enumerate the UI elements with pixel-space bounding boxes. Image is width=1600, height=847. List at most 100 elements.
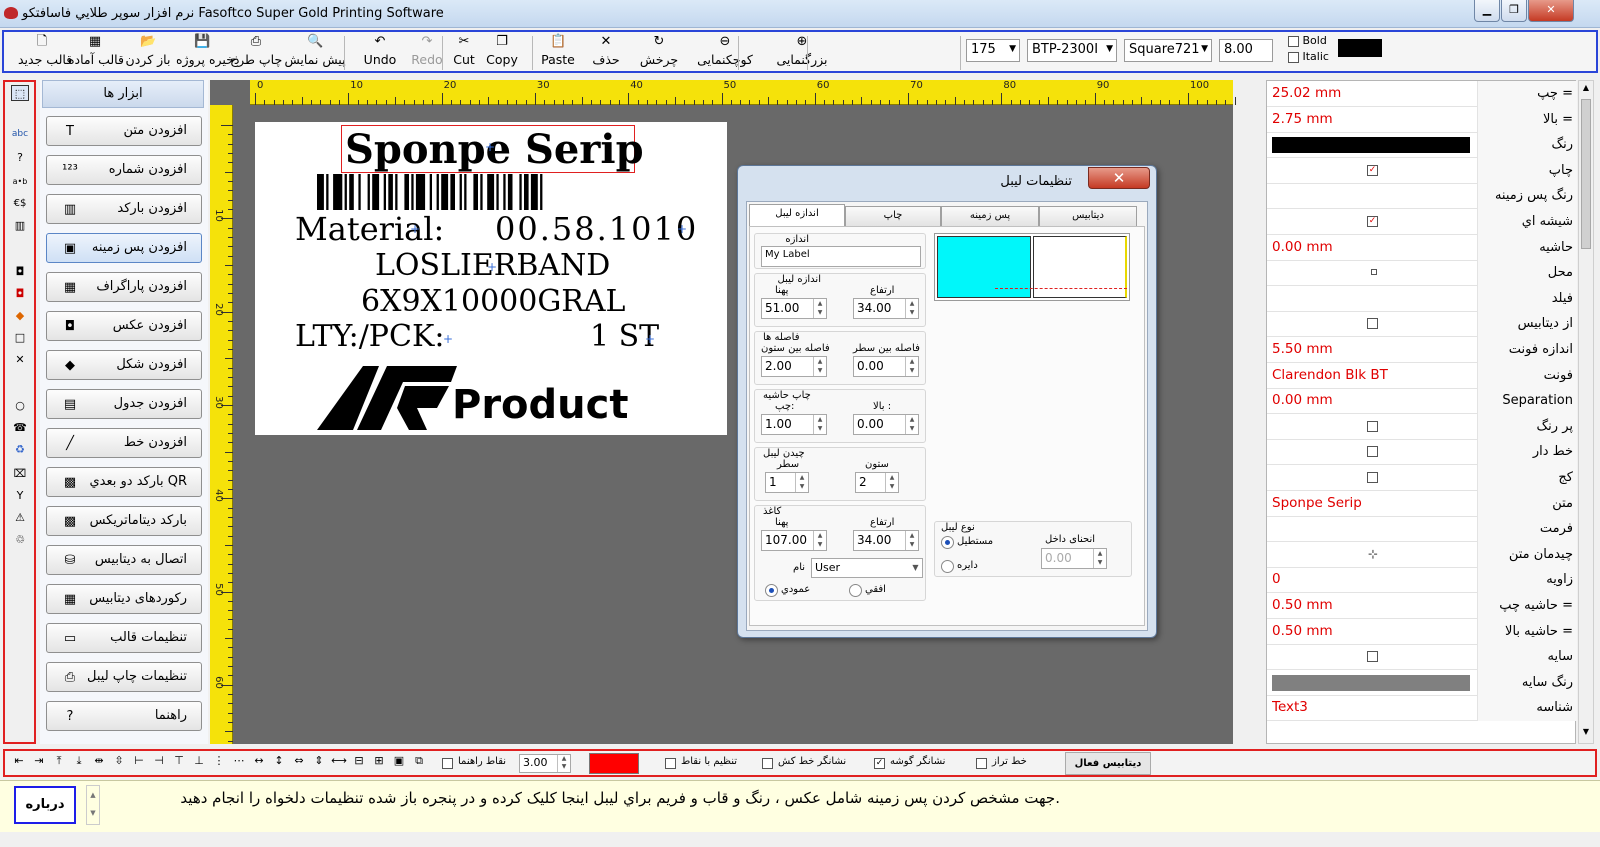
label-line3-text[interactable]: 6X9X10000GRAL <box>361 284 625 319</box>
property-row[interactable]: 0.50 mm حاشیه چپ = <box>1267 593 1577 619</box>
tool-button-database-records[interactable]: ▦ رکوردهای دیتابیس <box>46 584 202 614</box>
printer-select[interactable]: BTP-2300I ▼ <box>1027 39 1117 62</box>
spin-arrows-icon[interactable]: ▲ ▼ <box>795 473 808 492</box>
properties-scrollbar[interactable]: ▲ ▼ <box>1578 80 1594 744</box>
align-tool-icon[interactable]: ⊢ <box>131 754 147 767</box>
spin-arrows-icon[interactable]: ▲ ▼ <box>905 299 918 318</box>
property-checkbox[interactable] <box>1367 472 1378 483</box>
shapes-icon[interactable]: ◆ <box>11 308 29 324</box>
property-checkbox[interactable] <box>1367 420 1378 432</box>
spin-arrows-icon[interactable]: ▲ ▼ <box>905 357 918 376</box>
tab-database[interactable]: دیتابیس <box>1039 206 1137 226</box>
align-tool-icon[interactable]: ⟷ <box>331 754 347 767</box>
property-row[interactable]: Clarendon Blk BT فونت <box>1267 362 1577 389</box>
property-value[interactable]: Clarendon Blk BT <box>1272 363 1472 389</box>
align-tool-icon[interactable]: ⊟ <box>351 754 367 767</box>
rectangle-icon[interactable]: □ <box>11 330 29 346</box>
tool-button-number-tool[interactable]: ¹²³ افزودن شماره <box>46 155 202 185</box>
property-row[interactable]: کج <box>1267 465 1577 491</box>
tab-label-size[interactable]: اندازه لیبل <box>749 204 845 226</box>
property-row[interactable]: 5.50 mm اندازه فونت <box>1267 337 1577 363</box>
property-checkbox[interactable] <box>1367 651 1378 663</box>
toolbar-button-delete[interactable]: ✕ حذف <box>580 34 632 70</box>
spin-arrows-icon[interactable]: ▲ ▼ <box>813 415 826 434</box>
property-value[interactable] <box>1272 260 1472 286</box>
tool-button-barcode-tool[interactable]: ▥ افزودن بارکد <box>46 194 202 224</box>
property-value[interactable]: Sponpe Serip <box>1272 491 1472 517</box>
maximize-button[interactable]: ❐ <box>1501 0 1527 22</box>
toolbar-button-open-folder[interactable]: 📂 باز کردن <box>122 34 174 70</box>
scroll-up-icon[interactable]: ▲ <box>1580 83 1592 95</box>
tool-button-template-settings[interactable]: ▭ تنظیمات قالب <box>46 623 202 653</box>
spin-arrows-icon[interactable]: ▲ ▼ <box>813 357 826 376</box>
property-value[interactable]: 0.00 mm <box>1272 388 1472 414</box>
tool-button-database-connect[interactable]: ⛁ اتصال به دیتابیس <box>46 545 202 575</box>
anchor-position-icon[interactable] <box>1371 269 1377 276</box>
circle-radio[interactable] <box>941 560 954 573</box>
property-row[interactable]: از دیتابیس <box>1267 311 1577 338</box>
scroll-thumb[interactable] <box>1581 99 1591 249</box>
tool-button-table-tool[interactable]: ▤ افزودن جدول <box>46 389 202 419</box>
no-stack-icon[interactable]: ⌧ <box>11 466 29 482</box>
rectangle-radio[interactable] <box>941 536 954 549</box>
tool-button-background-tool[interactable]: ▣ افزودن پس زمینه <box>46 233 202 263</box>
property-row[interactable]: خط دار <box>1267 439 1577 466</box>
glass-icon[interactable]: Y <box>11 488 29 504</box>
property-value[interactable]: 0 <box>1272 567 1472 593</box>
horizontal-ruler[interactable]: 0 10 20 30 40 50 60 70 80 90 100 <box>250 80 1236 105</box>
phone-icon[interactable]: ☎ <box>11 420 29 436</box>
property-row[interactable]: 25.02 mm چپ = <box>1267 81 1577 107</box>
font-select[interactable]: Square721 ▼ <box>1124 39 1212 62</box>
toolbar-button-printer[interactable]: ⎙ چاپ طرح <box>230 34 282 70</box>
property-row[interactable]: رنگ پس زمینه <box>1267 183 1577 210</box>
property-row[interactable]: 0.00 mm حاشیه <box>1267 234 1577 261</box>
tool-button-line-tool[interactable]: ╱ افزودن خط <box>46 428 202 458</box>
align-tool-icon[interactable]: ⊤ <box>171 754 187 767</box>
spellcheck-text-icon[interactable]: abc <box>11 126 29 142</box>
property-value[interactable]: 0.50 mm <box>1272 593 1472 619</box>
align-tool-icon[interactable]: ⇤ <box>11 754 27 767</box>
property-value[interactable] <box>1272 183 1472 209</box>
corner-marker-checkbox[interactable]: ✓ <box>874 758 885 769</box>
align-tool-icon[interactable]: ⇥ <box>31 754 47 767</box>
question-icon[interactable]: ? <box>11 150 29 166</box>
active-database-tab[interactable]: دیتابیس فعال <box>1065 752 1151 775</box>
property-row[interactable]: فرمت <box>1267 516 1577 543</box>
spin-arrows-icon[interactable]: ▲ ▼ <box>1093 549 1106 568</box>
currency-icon[interactable]: €$ <box>11 196 29 212</box>
material-label-text[interactable]: Material: <box>295 210 444 248</box>
spin-arrows-icon[interactable]: ▲ ▼ <box>813 531 826 550</box>
property-row[interactable]: 0 زاویه <box>1267 567 1577 594</box>
vertical-ruler[interactable]: 10 20 30 40 50 60 <box>210 105 233 744</box>
tool-button-qr-code[interactable]: ▩ بارکد دو بعدي QR <box>46 467 202 497</box>
property-value[interactable] <box>1272 311 1472 337</box>
text-color-swatch[interactable] <box>1338 39 1382 57</box>
toolbar-button-rotate[interactable]: ↻ چرخش <box>630 34 688 70</box>
tool-button-shape-tool[interactable]: ◆ افزودن شکل <box>46 350 202 380</box>
align-tool-icon[interactable]: ⤒ <box>51 754 67 768</box>
property-value[interactable] <box>1272 132 1472 158</box>
property-row[interactable]: Text3 شناسه <box>1267 695 1577 722</box>
align-tool-icon[interactable]: ⇕ <box>311 754 327 767</box>
property-row[interactable]: Sponpe Serip متن <box>1267 490 1577 517</box>
bold-check[interactable] <box>1288 35 1299 47</box>
tool-button-image-tool[interactable]: ◘ افزودن عکس <box>46 311 202 341</box>
property-value[interactable] <box>1272 465 1472 491</box>
minimize-button[interactable]: ▁ <box>1474 0 1500 22</box>
counter-icon[interactable]: a•b <box>11 174 29 190</box>
toolbar-button-scissors[interactable]: ✂ Cut <box>446 34 482 70</box>
camera-icon[interactable]: ◘ <box>11 264 29 280</box>
toolbar-button-save[interactable]: 💾 ذخیره پروژه <box>176 34 239 70</box>
toolbar-button-template[interactable]: ▦ قالب آماده <box>68 34 124 70</box>
ruler-marker-checkbox[interactable] <box>762 758 773 769</box>
property-value[interactable]: ⊹ <box>1272 542 1472 568</box>
tool-button-print-settings[interactable]: ⎙ تنظیمات چاپ لیبل <box>46 662 202 692</box>
align-tool-icon[interactable]: ⊥ <box>191 754 207 767</box>
align-tool-icon[interactable]: ⊣ <box>151 754 167 767</box>
hint-scroll-icon[interactable]: ▲ ▼ <box>86 785 100 825</box>
property-color-swatch[interactable] <box>1272 137 1470 154</box>
paper-height-stepper[interactable]: 34.00 ▲ ▼ <box>853 530 919 551</box>
property-value[interactable] <box>1272 516 1472 542</box>
portrait-radio[interactable] <box>765 584 778 597</box>
property-row[interactable]: سایه <box>1267 644 1577 671</box>
